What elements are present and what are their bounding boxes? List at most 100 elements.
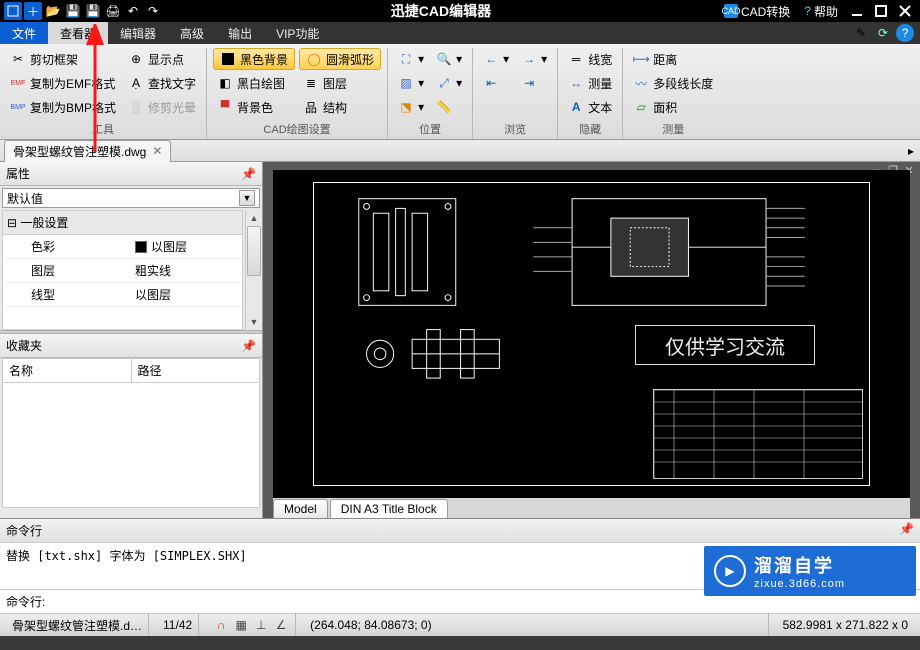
- menu-editor[interactable]: 编辑器: [108, 22, 168, 44]
- document-tab-label: 骨架型螺纹管注塑模.dwg: [13, 143, 146, 160]
- close-icon[interactable]: [896, 2, 914, 20]
- grid-icon[interactable]: ▦: [233, 617, 249, 633]
- show-point-button[interactable]: ⊕显示点: [124, 48, 200, 70]
- app-title: 迅捷CAD编辑器: [162, 1, 720, 21]
- cycle-icon[interactable]: ⟳: [874, 24, 892, 42]
- find-text-button[interactable]: Ạ查找文字: [124, 72, 200, 94]
- minimize-icon[interactable]: [848, 2, 866, 20]
- chevron-down-icon[interactable]: ▼: [239, 190, 255, 206]
- maximize-icon[interactable]: [872, 2, 890, 20]
- menu-vip[interactable]: VIP功能: [264, 22, 331, 44]
- ribbon-group-browse: 浏览: [479, 119, 551, 139]
- nav-end-button[interactable]: ⇥: [517, 72, 551, 94]
- status-coordinates: (264.048; 84.08673; 0): [304, 614, 768, 636]
- polar-icon[interactable]: ∠: [273, 617, 289, 633]
- command-title: 命令行: [6, 522, 42, 539]
- favorites-list[interactable]: 名称 路径: [2, 358, 260, 508]
- measure-hide-button[interactable]: ↔测量: [564, 72, 616, 94]
- properties-combo[interactable]: 默认值▼: [2, 188, 260, 208]
- nav-home-button[interactable]: ⇤: [479, 72, 513, 94]
- tab-close-icon[interactable]: ✕: [152, 144, 162, 158]
- ribbon-group-cad: CAD绘图设置: [213, 119, 381, 139]
- drawing-canvas[interactable]: 仅供学习交流: [273, 170, 910, 498]
- nav-next-button[interactable]: →▾: [517, 48, 551, 70]
- clip-frame-button[interactable]: ✂剪切框架: [6, 48, 120, 70]
- zoom-ext-button[interactable]: ⤢▾: [432, 72, 466, 94]
- canvas-watermark: 仅供学习交流: [635, 325, 815, 365]
- model-tabs: Model DIN A3 Title Block: [273, 498, 910, 518]
- layer-button[interactable]: ≣图层: [299, 72, 381, 94]
- document-tab-bar: 骨架型螺纹管注塑模.dwg ✕ ▸: [0, 140, 920, 162]
- bg-color-button[interactable]: ▀背景色: [213, 96, 295, 118]
- app-icon[interactable]: [4, 2, 22, 20]
- favorites-col-path[interactable]: 路径: [132, 359, 260, 382]
- pos-1-button[interactable]: ⛶▾: [394, 48, 428, 70]
- bw-draw-button[interactable]: ◧黑白绘图: [213, 72, 295, 94]
- tab-overflow-icon[interactable]: ▸: [902, 144, 920, 158]
- text-hide-button[interactable]: A文本: [564, 96, 616, 118]
- property-row-color[interactable]: 色彩以图层: [3, 235, 242, 259]
- help-icon[interactable]: ?: [896, 24, 914, 42]
- smooth-arc-button[interactable]: ◯圆滑弧形: [299, 48, 381, 70]
- distance-button[interactable]: ⟼距离: [629, 48, 717, 70]
- cad-convert-button[interactable]: CADCAD转换: [720, 2, 794, 21]
- new-icon[interactable]: ＋: [24, 2, 42, 20]
- polyline-len-button[interactable]: 〰多段线长度: [629, 72, 717, 94]
- title-bar: ＋ 📂 💾 💾 🖨 ↶ ↷ 迅捷CAD编辑器 CADCAD转换 ?帮助: [0, 0, 920, 22]
- workspace: 属性📌 默认值▼ ⊟ 一般设置 色彩以图层 图层粗实线 线型以图层 ▲▼ 收藏夹…: [0, 162, 920, 518]
- ribbon-group-tool: 工具: [6, 119, 200, 139]
- status-progress: 11/42: [157, 614, 199, 636]
- properties-header: 属性📌: [0, 162, 262, 186]
- favorites-col-name[interactable]: 名称: [3, 359, 132, 382]
- tab-model[interactable]: Model: [273, 499, 328, 518]
- copy-bmp-button[interactable]: BMP复制为BMP格式: [6, 96, 120, 118]
- menu-advanced[interactable]: 高级: [168, 22, 216, 44]
- property-category[interactable]: ⊟ 一般设置: [3, 211, 242, 235]
- menu-file[interactable]: 文件: [0, 22, 48, 44]
- save-icon[interactable]: 💾: [64, 2, 82, 20]
- redo-icon[interactable]: ↷: [144, 2, 162, 20]
- tab-title-block[interactable]: DIN A3 Title Block: [330, 499, 448, 518]
- ortho-icon[interactable]: ⊥: [253, 617, 269, 633]
- zoom-button[interactable]: 🔍▾: [432, 48, 466, 70]
- pencil-icon[interactable]: ✎: [852, 24, 870, 42]
- menu-output[interactable]: 输出: [216, 22, 264, 44]
- black-bg-button[interactable]: 黑色背景: [213, 48, 295, 70]
- trim-halo-button[interactable]: ░修剪光晕: [124, 96, 200, 118]
- pin-icon[interactable]: 📌: [899, 522, 914, 539]
- print-icon[interactable]: 🖨: [104, 2, 122, 20]
- property-row-linetype[interactable]: 线型以图层: [3, 283, 242, 307]
- pin-icon[interactable]: 📌: [241, 339, 256, 353]
- status-filename: 骨架型螺纹管注塑模.d…: [6, 614, 149, 636]
- document-tab[interactable]: 骨架型螺纹管注塑模.dwg ✕: [4, 140, 171, 162]
- open-icon[interactable]: 📂: [44, 2, 62, 20]
- pos-3-button[interactable]: ⬔▾: [394, 96, 428, 118]
- property-row-layer[interactable]: 图层粗实线: [3, 259, 242, 283]
- canvas-area: – ❐ ✕: [263, 162, 920, 518]
- scrollbar[interactable]: ▲▼: [245, 210, 262, 330]
- snap-icon[interactable]: ∩: [213, 617, 229, 633]
- help-button[interactable]: ?帮助: [800, 2, 842, 21]
- status-size: 582.9981 x 271.822 x 0: [777, 614, 914, 636]
- undo-icon[interactable]: ↶: [124, 2, 142, 20]
- area-button[interactable]: ▱面积: [629, 96, 717, 118]
- watermark-logo: ▶ 溜溜自学 zixue.3d66.com: [704, 546, 916, 596]
- structure-button[interactable]: 品结构: [299, 96, 381, 118]
- copy-emf-button[interactable]: EMF复制为EMF格式: [6, 72, 120, 94]
- ribbon: ✂剪切框架 EMF复制为EMF格式 BMP复制为BMP格式 ⊕显示点 Ạ查找文字…: [0, 44, 920, 140]
- ribbon-group-measure: 测量: [629, 119, 717, 139]
- ruler-button[interactable]: 📏: [432, 96, 466, 118]
- pin-icon[interactable]: 📌: [241, 167, 256, 181]
- favorites-header: 收藏夹📌: [0, 334, 262, 358]
- pos-2-button[interactable]: ▨▾: [394, 72, 428, 94]
- title-block: [653, 389, 863, 479]
- left-panel: 属性📌 默认值▼ ⊟ 一般设置 色彩以图层 图层粗实线 线型以图层 ▲▼ 收藏夹…: [0, 162, 263, 518]
- nav-prev-button[interactable]: ←▾: [479, 48, 513, 70]
- menu-bar: 文件 查看器 编辑器 高级 输出 VIP功能 ✎ ⟳ ?: [0, 22, 920, 44]
- line-width-button[interactable]: ═线宽: [564, 48, 616, 70]
- ribbon-group-position: 位置: [394, 119, 466, 139]
- status-bar: 骨架型螺纹管注塑模.d… 11/42 ∩ ▦ ⊥ ∠ (264.048; 84.…: [0, 614, 920, 636]
- menu-viewer[interactable]: 查看器: [48, 22, 108, 44]
- property-grid: ⊟ 一般设置 色彩以图层 图层粗实线 线型以图层: [2, 210, 243, 330]
- save-all-icon[interactable]: 💾: [84, 2, 102, 20]
